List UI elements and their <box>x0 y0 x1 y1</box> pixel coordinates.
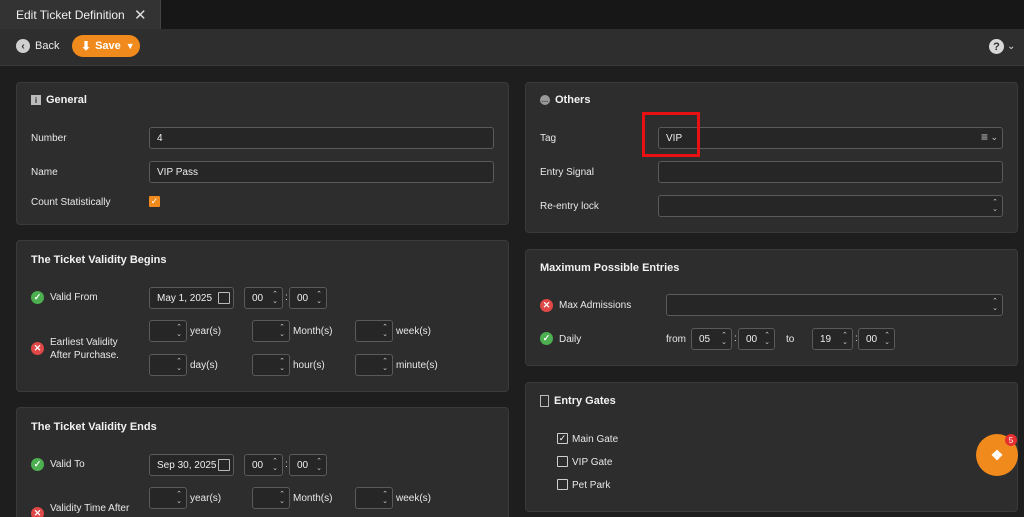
earliest-minutes-input[interactable]: ⌃ ⌄ <box>355 354 393 376</box>
earliest-days-input[interactable]: ⌃ ⌄ <box>149 354 187 376</box>
valid-from-hour[interactable]: 00 ⌃ ⌄ <box>244 287 283 309</box>
count-statistically-label: Count Statistically <box>31 197 111 208</box>
earliest-years-input[interactable]: ⌃ ⌄ <box>149 320 187 342</box>
earliest-months-input[interactable]: ⌃ ⌄ <box>252 320 290 342</box>
pet-park-label: Pet Park <box>572 480 611 491</box>
max-admissions-label: Max Admissions <box>559 300 632 311</box>
valid-to-label: Valid To <box>50 459 85 470</box>
x-circle-icon: ✕ <box>540 299 553 312</box>
save-label: Save <box>95 40 121 52</box>
toolbar: ‹ Back ⬇ Save ▼ ? ⌄ <box>0 29 1024 66</box>
chevron-down-icon[interactable]: ⌄ <box>990 132 998 143</box>
from-label: from <box>666 334 686 345</box>
chat-bubble-icon: … <box>540 95 550 105</box>
entry-gates-title: Entry Gates <box>540 395 616 407</box>
calendar-icon[interactable] <box>218 459 230 471</box>
reentry-lock-label: Re-entry lock <box>540 201 599 212</box>
hours-unit-label: hour(s) <box>293 360 325 371</box>
save-button[interactable]: ⬇ Save ▼ <box>72 35 140 57</box>
valid-from-label: Valid From <box>50 292 98 303</box>
arrow-left-icon: ‹ <box>16 39 30 53</box>
to-label: to <box>786 334 795 345</box>
list-icon[interactable]: ≡ <box>981 130 988 144</box>
main-gate-label: Main Gate <box>572 434 619 445</box>
count-statistically-checkbox[interactable]: ✓ <box>149 196 160 207</box>
valid-to-date[interactable]: Sep 30, 2025 <box>149 454 234 476</box>
validity-ends-title: The Ticket Validity Ends <box>31 421 157 433</box>
daily-to-hour[interactable]: 19 ⌃ ⌄ <box>812 328 853 350</box>
help-icon: ? <box>989 39 1004 54</box>
tab-bar: Edit Ticket Definition ✕ <box>0 0 1024 29</box>
minutes-unit-label: minute(s) <box>396 360 438 371</box>
pet-park-checkbox[interactable] <box>557 479 568 490</box>
months-unit-label: Month(s) <box>293 493 333 504</box>
back-button[interactable]: ‹ Back <box>16 39 59 53</box>
number-field[interactable]: 4 <box>149 127 494 149</box>
earliest-validity-label: Earliest Validity <box>50 337 118 348</box>
weeks-unit-label: week(s) <box>396 493 432 504</box>
earliest-weeks-input[interactable]: ⌃ ⌄ <box>355 320 393 342</box>
download-icon: ⬇ <box>81 39 92 53</box>
entry-signal-label: Entry Signal <box>540 167 594 178</box>
check-circle-icon: ✓ <box>31 291 44 304</box>
chevron-down-icon: ▼ <box>125 41 135 51</box>
tag-label: Tag <box>540 133 557 144</box>
months-unit-label: Month(s) <box>293 326 333 337</box>
name-label: Name <box>31 167 58 178</box>
main-gate-checkbox[interactable]: ✓ <box>557 433 568 444</box>
chat-logo-icon: ❖ <box>990 446 1004 463</box>
days-unit-label: day(s) <box>190 360 218 371</box>
name-field[interactable]: VIP Pass <box>149 161 494 183</box>
vip-gate-checkbox[interactable] <box>557 456 568 467</box>
daily-from-hour[interactable]: 05 ⌃ ⌄ <box>691 328 732 350</box>
entry-signal-field[interactable] <box>658 161 1003 183</box>
vip-gate-label: VIP Gate <box>572 457 613 468</box>
weeks-unit-label: week(s) <box>396 326 432 337</box>
x-circle-icon: ✕ <box>31 342 44 355</box>
reentry-lock-select[interactable]: ⌃ ⌄ <box>658 195 1003 217</box>
highlight-box <box>642 112 700 157</box>
tab-edit-ticket-definition[interactable]: Edit Ticket Definition ✕ <box>0 0 161 29</box>
general-title: i General <box>31 94 87 106</box>
daily-label: Daily <box>559 334 582 345</box>
door-icon <box>540 395 549 407</box>
valid-to-minute[interactable]: 00 ⌃ ⌄ <box>289 454 327 476</box>
time-separator: : <box>734 333 737 344</box>
time-separator: : <box>285 292 288 303</box>
close-icon[interactable]: ✕ <box>134 6 147 24</box>
x-circle-icon: ✕ <box>31 507 44 517</box>
validity-begins-title: The Ticket Validity Begins <box>31 254 167 266</box>
time-separator: : <box>285 459 288 470</box>
notification-badge: 5 <box>1005 434 1017 446</box>
daily-to-minute[interactable]: 00 ⌃ ⌄ <box>858 328 895 350</box>
max-admissions-select[interactable]: ⌃ ⌄ <box>666 294 1003 316</box>
check-circle-icon: ✓ <box>540 332 553 345</box>
chevron-down-icon: ⌄ <box>1007 41 1016 52</box>
earliest-hours-input[interactable]: ⌃ ⌄ <box>252 354 290 376</box>
validity-time-after-label: Validity Time After <box>50 503 130 514</box>
after-months-input[interactable]: ⌃ ⌄ <box>252 487 290 509</box>
valid-from-minute[interactable]: 00 ⌃ ⌄ <box>289 287 327 309</box>
years-unit-label: year(s) <box>190 326 222 337</box>
daily-from-minute[interactable]: 00 ⌃ ⌄ <box>738 328 775 350</box>
number-label: Number <box>31 133 67 144</box>
help-button[interactable]: ? ⌄ <box>989 39 1015 54</box>
others-title: … Others <box>540 94 591 106</box>
after-weeks-input[interactable]: ⌃ ⌄ <box>355 487 393 509</box>
back-label: Back <box>35 40 60 52</box>
valid-from-date[interactable]: May 1, 2025 <box>149 287 234 309</box>
info-icon: i <box>31 95 41 105</box>
max-entries-title: Maximum Possible Entries <box>540 262 680 274</box>
years-unit-label: year(s) <box>190 493 222 504</box>
tab-title: Edit Ticket Definition <box>16 7 125 22</box>
check-circle-icon: ✓ <box>31 458 44 471</box>
valid-to-hour[interactable]: 00 ⌃ ⌄ <box>244 454 283 476</box>
tag-select[interactable]: VIP ≡ ⌄ <box>658 127 1003 149</box>
calendar-icon[interactable] <box>218 292 230 304</box>
after-years-input[interactable]: ⌃ ⌄ <box>149 487 187 509</box>
after-purchase-label: After Purchase. <box>50 350 119 361</box>
